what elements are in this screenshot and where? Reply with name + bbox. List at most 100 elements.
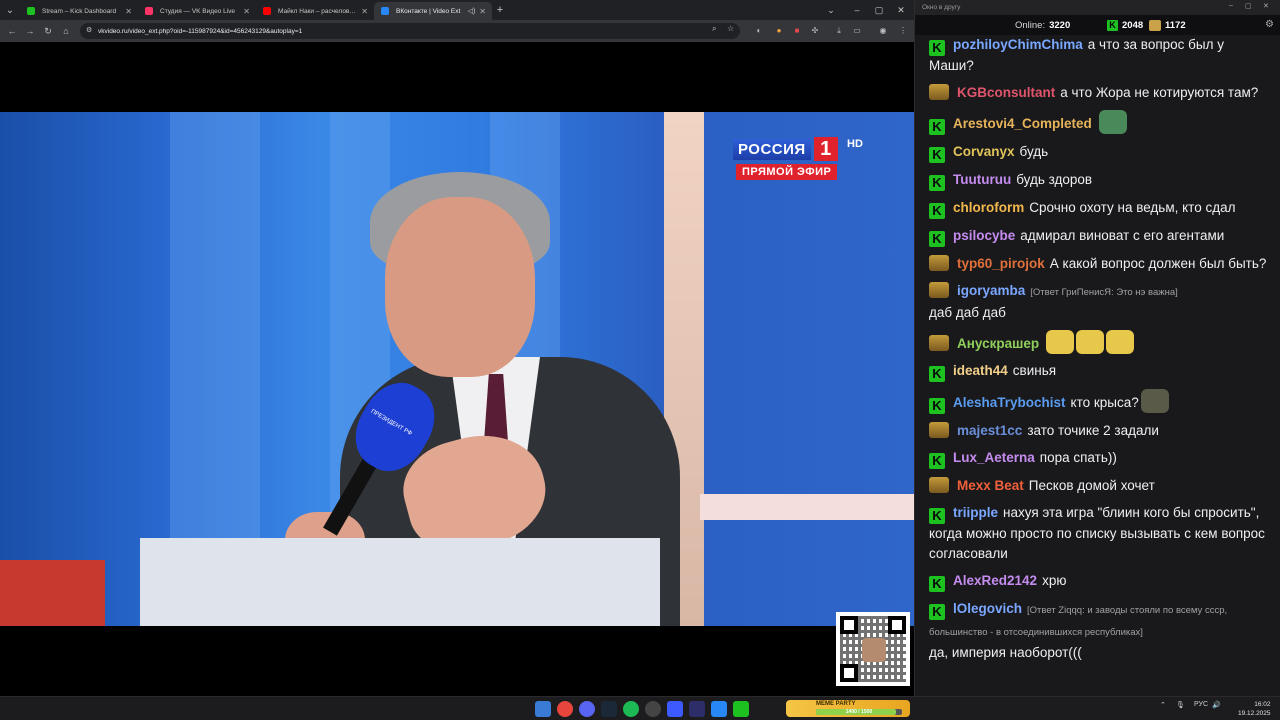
settings-icon[interactable]: ⚙	[1265, 19, 1274, 30]
address-bar[interactable]: ⚙ vkvideo.ru/video_ext.php?oid=-11598792…	[80, 23, 740, 39]
profile-icon[interactable]: ◉	[876, 23, 890, 39]
language-indicator[interactable]: РУС	[1194, 701, 1208, 708]
chat-username[interactable]: AleshaTrybochist	[953, 395, 1066, 410]
meme-party-widget[interactable]: MEME PARTY 1400 / 1500	[786, 700, 910, 717]
chat-username[interactable]: triipple	[953, 505, 998, 520]
chat-message: Kideath44 свинья	[929, 361, 1271, 382]
crown-badge-icon	[1149, 20, 1161, 31]
kick-app-icon[interactable]	[733, 701, 749, 717]
chat-message: K Tuuturuu будь здоров	[929, 170, 1271, 191]
subs-count: 1172	[1165, 20, 1186, 31]
emote-icon	[1076, 330, 1105, 354]
chat-username[interactable]: Corvanyx	[953, 144, 1015, 159]
volume-icon[interactable]: 🔊	[1212, 701, 1221, 709]
video-player[interactable]: ПРЕЗИДЕНТ РФ РОССИЯ 1 HD ПРЯМОЙ ЭФИР	[0, 42, 914, 696]
obs-app-icon[interactable]	[645, 701, 661, 717]
kick-badge-icon: K	[929, 231, 945, 247]
new-tab-button[interactable]: +	[492, 4, 508, 16]
extension-badge-icon[interactable]: ●	[772, 23, 786, 39]
menu-kebab-icon[interactable]: ⋮	[896, 23, 910, 39]
chat-username[interactable]: lOlegovich	[953, 601, 1022, 616]
browser-tab[interactable]: Майкл Наки – расчеловечиван ✕	[256, 2, 374, 20]
sidebar-icon[interactable]: ▭	[850, 23, 864, 39]
extensions-puzzle-icon[interactable]: ✣	[808, 23, 822, 39]
chat-username[interactable]: Tuuturuu	[953, 172, 1011, 187]
emote-icon	[1106, 330, 1135, 354]
channel-number: 1	[813, 137, 838, 161]
tab-audio-icon[interactable]: ◁)	[468, 7, 476, 15]
tab-close-icon[interactable]: ✕	[361, 7, 368, 16]
chat-message-text: А какой вопрос должен был быть?	[1049, 256, 1267, 271]
chat-username[interactable]: Анускрашер	[957, 336, 1039, 351]
extension-icon[interactable]: ◐	[752, 23, 766, 39]
chat-username[interactable]: psilocybe	[953, 228, 1015, 243]
chat-username[interactable]: Mexx Beat	[957, 478, 1024, 493]
chat-username[interactable]: ideath44	[953, 363, 1008, 378]
chat-message-text: свинья	[1012, 363, 1057, 378]
home-icon[interactable]: ⌂	[57, 20, 75, 42]
browser-tab[interactable]: ВКонтакте | Video Ext ◁) ✕	[374, 2, 492, 20]
chat-close-button[interactable]: ✕	[1263, 2, 1269, 10]
browser-tab[interactable]: Stream – Kick Dashboard ✕	[20, 2, 138, 20]
kick-badge-icon: K	[929, 398, 945, 414]
chat-messages: KpozhiloyChimChima а что за вопрос был у …	[915, 35, 1280, 670]
chat-username[interactable]: Lux_Aeterna	[953, 450, 1035, 465]
steam-app-icon[interactable]	[601, 701, 617, 717]
app-icon[interactable]	[667, 701, 683, 717]
chat-username[interactable]: KGBconsultant	[957, 85, 1055, 100]
site-info-icon[interactable]: ⚙	[86, 27, 94, 35]
chat-message: Kpsilocybe адмирал виноват с его агентами	[929, 226, 1271, 247]
close-window-button[interactable]: ✕	[890, 0, 912, 20]
bookmark-star-icon[interactable]: ☆	[727, 24, 734, 33]
browser-tab[interactable]: Студия — VK Видео Live ✕	[138, 2, 256, 20]
start-windows-icon[interactable]	[535, 701, 551, 717]
chat-username[interactable]: Arestovi4_Completed	[953, 116, 1092, 131]
tab-title: ВКонтакте | Video Ext	[396, 7, 461, 15]
tab-search-icon[interactable]: ⌄	[0, 0, 20, 20]
chat-username[interactable]: igoryamba	[957, 283, 1025, 298]
crown-badge-icon	[929, 84, 949, 100]
media-app-icon[interactable]	[689, 701, 705, 717]
tab-close-icon[interactable]: ✕	[125, 7, 132, 16]
window-dropdown-icon[interactable]: ⌄	[820, 0, 842, 20]
minimize-button[interactable]: –	[846, 0, 868, 20]
chat-stats-bar: Online: 3220 K 2048 1172 ⚙	[915, 15, 1280, 35]
chat-message-text: пора спать))	[1039, 450, 1117, 465]
download-icon[interactable]: ⤓	[832, 23, 846, 39]
chat-username[interactable]: typ60_pirojok	[957, 256, 1045, 271]
forward-icon[interactable]: →	[21, 20, 39, 42]
chat-message: Ktriipple нахуя эта игра "блиин кого бы с…	[929, 503, 1271, 564]
video-frame: ПРЕЗИДЕНТ РФ РОССИЯ 1 HD ПРЯМОЙ ЭФИР	[0, 112, 914, 626]
chat-message-text: даб даб даб	[929, 305, 1006, 320]
widget-title: MEME PARTY	[816, 701, 856, 707]
discord-app-icon[interactable]	[579, 701, 595, 717]
kick-badge-icon: K	[929, 203, 945, 219]
chat-maximize-button[interactable]: ▢	[1245, 2, 1252, 10]
tab-favicon-icon	[381, 7, 389, 15]
tab-close-icon[interactable]: ✕	[243, 7, 250, 16]
chat-minimize-button[interactable]: –	[1229, 2, 1233, 9]
chat-message-text: зато точике 2 задали	[1027, 423, 1159, 438]
maximize-button[interactable]: ▢	[868, 0, 890, 20]
chat-username[interactable]: pozhiloyChimChima	[953, 37, 1083, 52]
spotify-app-icon[interactable]	[623, 701, 639, 717]
chat-message: KGBconsultant а что Жора не котируются та…	[929, 83, 1271, 103]
chat-message: K AleshaTrybochist кто крыса?	[929, 389, 1271, 414]
chat-message: Kchloroform Срочно охоту на ведьм, кто сд…	[929, 198, 1271, 219]
chat-message: igoryamba [Ответ ГриПенисЯ: Это нэ важна]…	[929, 281, 1271, 323]
reload-icon[interactable]: ↻	[39, 20, 57, 42]
chat-username[interactable]: chloroform	[953, 200, 1024, 215]
extension-red-icon[interactable]: ■	[790, 23, 804, 39]
back-icon[interactable]: ←	[3, 20, 21, 42]
kick-badge-icon: K	[929, 604, 945, 620]
mic-icon[interactable]: 🎙	[1176, 701, 1185, 709]
chat-username[interactable]: AlexRed2142	[953, 573, 1037, 588]
tab-close-icon[interactable]: ✕	[479, 7, 486, 16]
zoom-icon[interactable]: ⌕	[712, 24, 716, 34]
chat-username[interactable]: majest1cc	[957, 423, 1022, 438]
chat-app-icon[interactable]	[711, 701, 727, 717]
tray-chevron-icon[interactable]: ⌃	[1160, 701, 1166, 709]
clock[interactable]: 16:02 19.12.2025	[1238, 700, 1271, 718]
chrome-app-icon[interactable]	[557, 701, 573, 717]
channel-logo: РОССИЯ 1 HD ПРЯМОЙ ЭФИР	[733, 137, 868, 187]
